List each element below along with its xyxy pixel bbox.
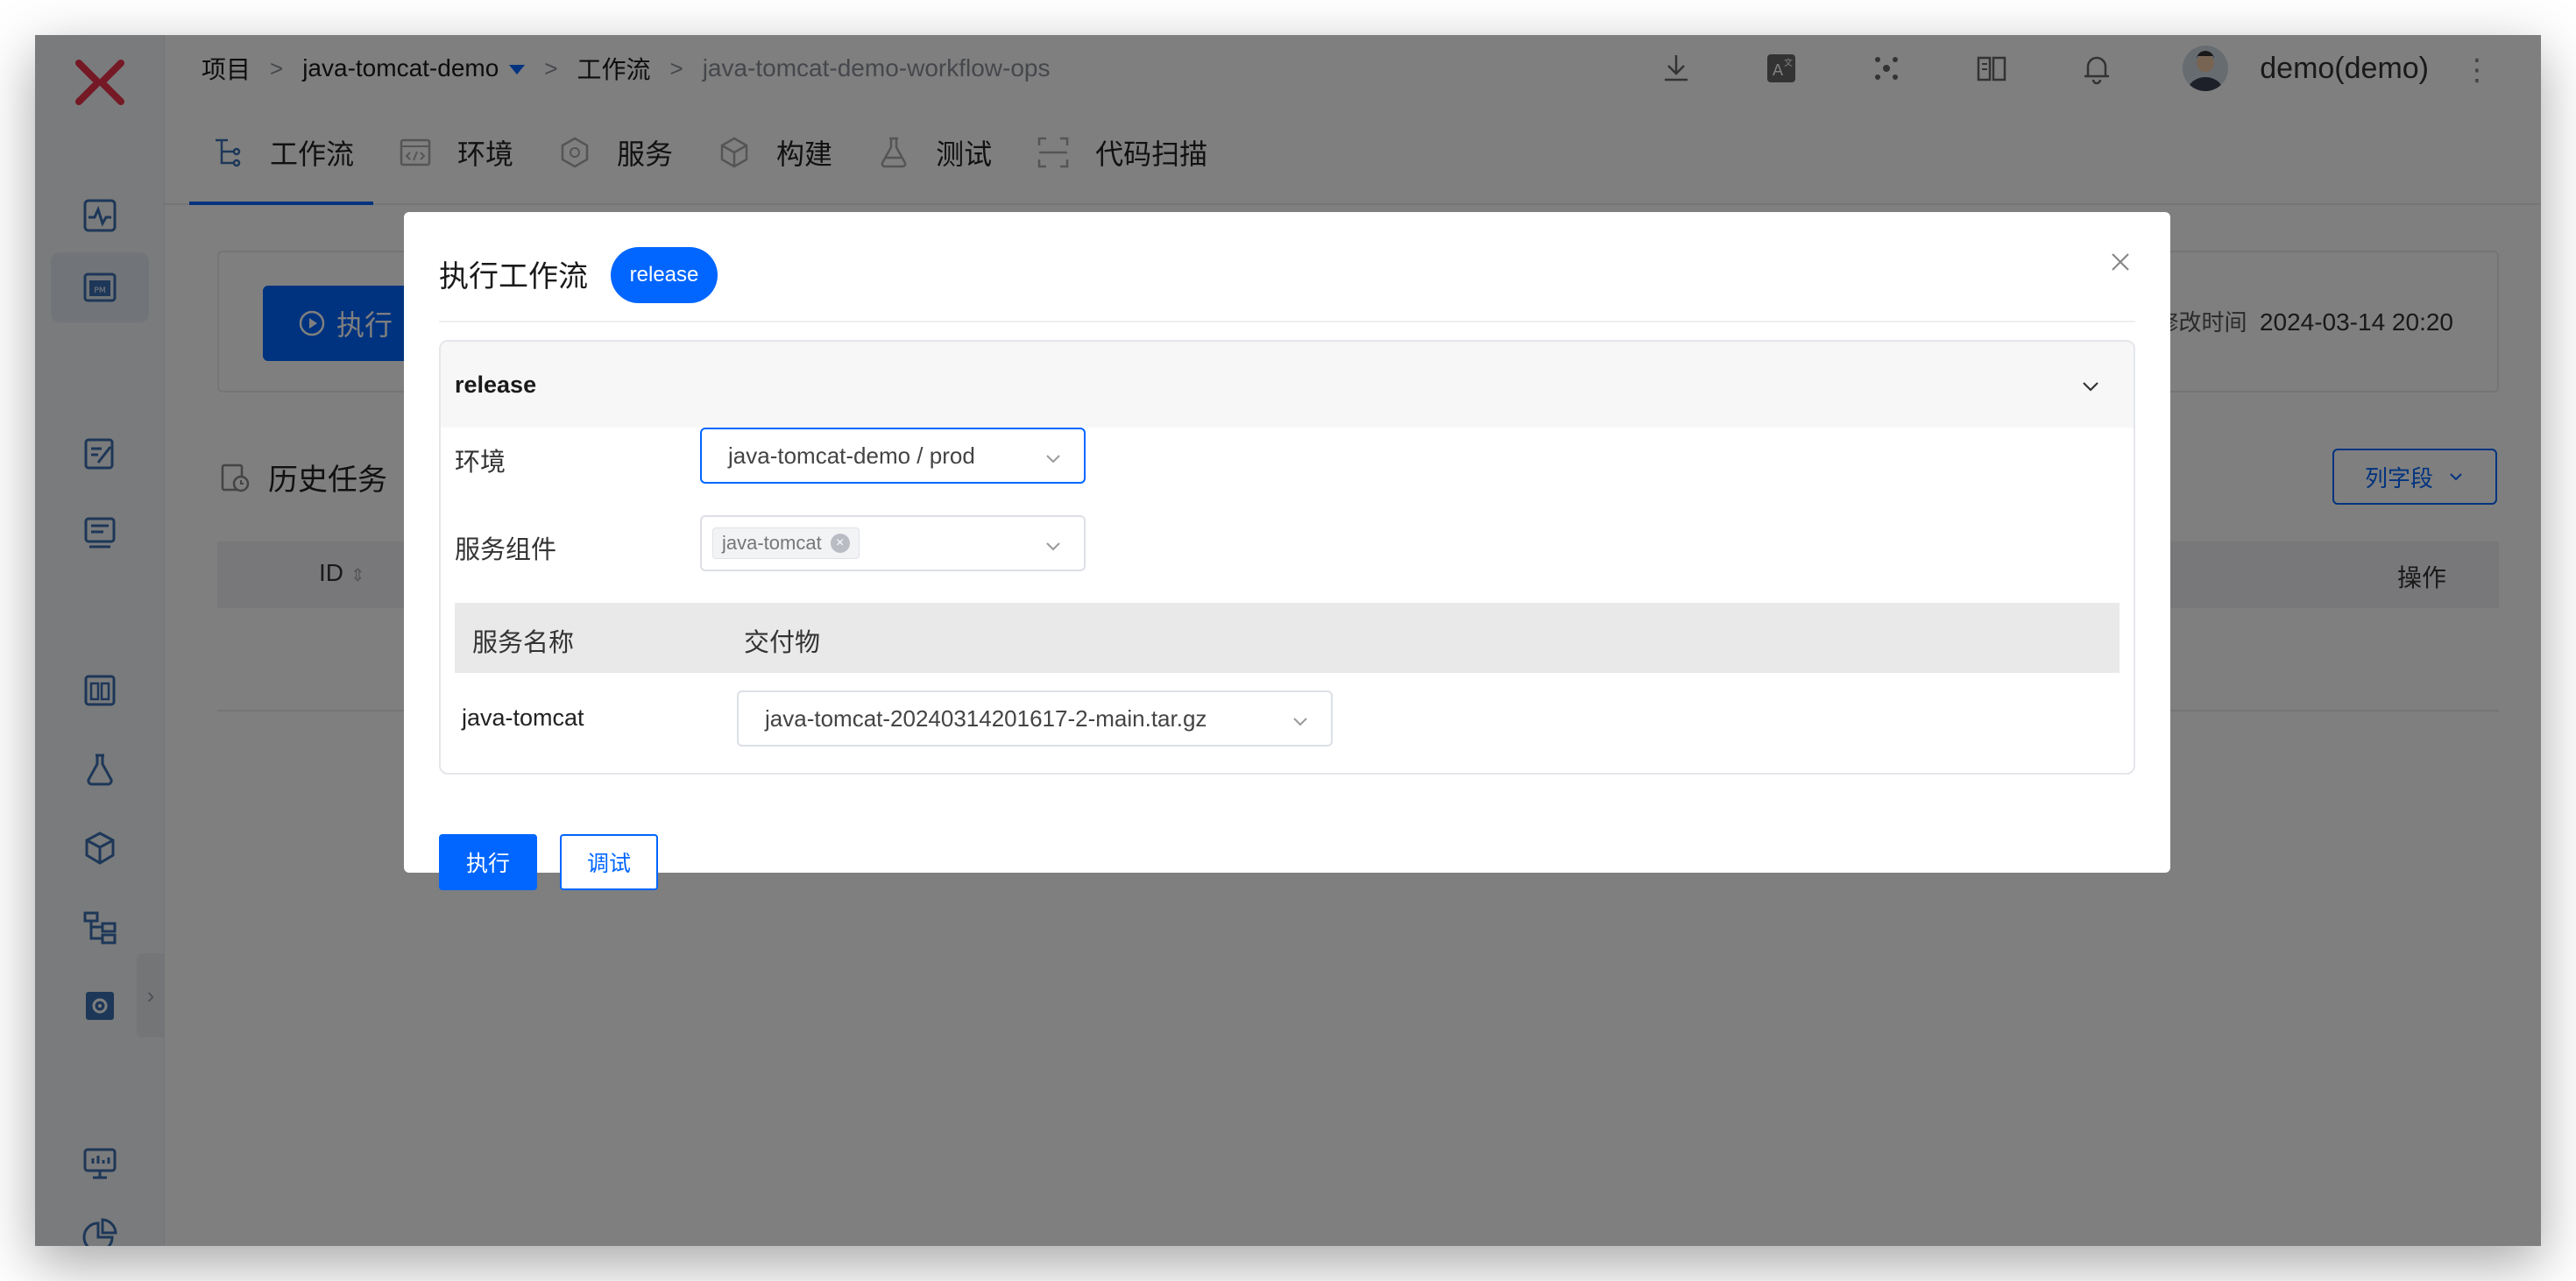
chevron-down-icon[interactable] — [2079, 375, 2102, 398]
environment-value: java-tomcat-demo / prod — [728, 442, 975, 469]
service-row-name: java-tomcat — [462, 704, 584, 731]
chevron-down-icon — [1044, 536, 1063, 556]
debug-button[interactable]: 调试 — [560, 834, 658, 890]
app-window: PM › 项目 > java-t — [35, 35, 2541, 1246]
close-icon[interactable] — [2105, 247, 2135, 277]
artifact-select[interactable]: java-tomcat-20240314201617-2-main.tar.gz — [737, 690, 1333, 747]
stage-header[interactable]: release — [441, 342, 2134, 428]
remove-tag-icon[interactable]: × — [830, 534, 850, 553]
artifact-value: java-tomcat-20240314201617-2-main.tar.gz — [765, 704, 1207, 732]
environment-select[interactable]: java-tomcat-demo / prod — [700, 428, 1086, 484]
chevron-down-icon — [1291, 711, 1310, 731]
environment-label: 环境 — [455, 449, 506, 477]
chevron-down-icon — [1044, 449, 1063, 468]
column-service-name: 服务名称 — [472, 629, 575, 657]
dialog-divider — [439, 321, 2135, 322]
execute-workflow-dialog: 执行工作流 release release 环境 java-tomcat-dem… — [404, 212, 2170, 890]
service-components-select[interactable]: java-tomcat × — [700, 515, 1086, 571]
service-components-label: 服务组件 — [455, 536, 557, 564]
column-artifact: 交付物 — [744, 629, 821, 657]
service-tag: java-tomcat × — [712, 527, 860, 559]
stage-panel: release 环境 java-tomcat-demo / prod 服务组件 … — [439, 340, 2135, 775]
service-table-header: 服务名称 交付物 — [455, 603, 2120, 673]
dialog-title: 执行工作流 — [439, 260, 588, 294]
workflow-badge: release — [611, 247, 718, 303]
execute-button[interactable]: 执行 — [439, 834, 537, 890]
stage-name: release — [455, 372, 537, 398]
service-tag-label: java-tomcat — [722, 532, 822, 554]
